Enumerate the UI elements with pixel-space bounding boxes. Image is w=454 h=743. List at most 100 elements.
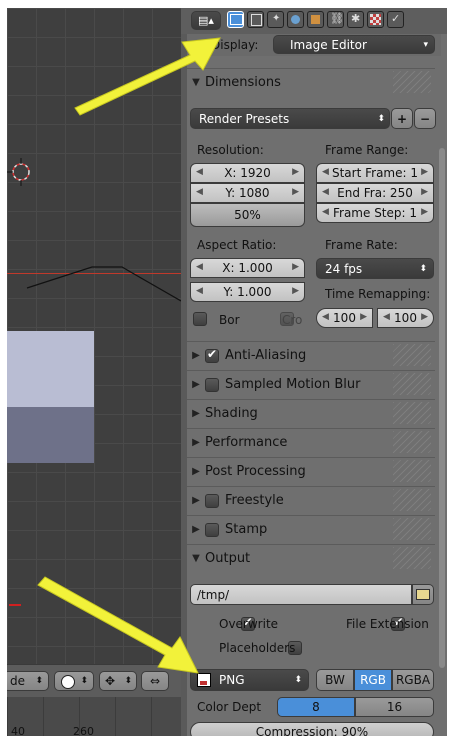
panel-scrollbar[interactable] [439, 148, 445, 668]
color-rgba-button[interactable]: RGBA [392, 669, 434, 691]
texture-icon [370, 14, 381, 25]
output-path-value: /tmp/ [197, 587, 230, 602]
particles-tab[interactable]: ✓ [387, 11, 404, 28]
depth-8-button[interactable]: 8 [277, 697, 355, 717]
rgb-label: RGB [360, 673, 386, 687]
rgba-label: RGBA [395, 673, 431, 687]
collapsed-triangle-icon: ▶ [192, 437, 200, 448]
object-icon [311, 15, 320, 24]
render-presets-select[interactable]: Render Presets ⬍ [190, 108, 390, 129]
section-checkbox[interactable] [205, 377, 219, 392]
collapsed-triangle-icon: ▶ [192, 350, 200, 361]
remap-new-field[interactable]: ◀ 100 ▶ [377, 308, 434, 328]
collapsed-triangle-icon: ▶ [192, 466, 200, 477]
pivot-select[interactable]: ✥ ⬍ [99, 671, 137, 691]
section-sampled-motion-blur[interactable]: ▶ Sampled Motion Blur [187, 370, 435, 398]
remap-old-value: 100 [333, 311, 356, 325]
shading-select[interactable]: ⬍ [54, 671, 94, 691]
red-marker [9, 604, 21, 606]
resolution-x-value: X: 1920 [224, 166, 271, 180]
aspect-y-value: Y: 1.000 [223, 285, 272, 299]
depth-16-button[interactable]: 16 [355, 697, 434, 717]
border-checkbox[interactable] [193, 312, 207, 326]
plus-icon: + [396, 111, 408, 126]
section-post-processing[interactable]: ▶ Post Processing [187, 457, 435, 485]
render-icon [230, 14, 243, 25]
aspect-x-value: X: 1.000 [222, 261, 273, 275]
world-tab[interactable] [287, 11, 304, 28]
frame-rate-value: 24 fps [325, 261, 363, 276]
ruler-label: 260 [73, 725, 94, 736]
editor-type-button[interactable]: ▤▴ [191, 11, 221, 30]
section-anti-aliasing[interactable]: ▶ Anti-Aliasing [187, 341, 435, 369]
properties-editor-icon: ▤▴ [198, 14, 214, 27]
resolution-y-field[interactable]: ◀ Y: 1080 ▶ [190, 183, 305, 203]
modifiers-tab[interactable]: ✱ [347, 11, 364, 28]
expanded-triangle-icon: ▼ [192, 77, 200, 88]
section-title: Sampled Motion Blur [225, 377, 361, 392]
manipulator-icon: ⇔ [149, 674, 161, 688]
section-shading[interactable]: ▶ Shading [187, 399, 435, 427]
end-frame-field[interactable]: ◀ End Fra: 250 ▶ [316, 183, 434, 203]
render-layers-tab[interactable] [247, 11, 264, 28]
section-checkbox[interactable] [205, 522, 219, 537]
display-row: Display: Image Editor ▾ [187, 34, 441, 56]
3d-viewport[interactable]: de ⬍ ⬍ ✥ ⬍ ⇔ 40 260 [7, 8, 181, 736]
manipulator-toggle[interactable]: ⇔ [141, 671, 169, 691]
output-path-field[interactable]: /tmp/ [190, 584, 412, 605]
frame-rate-label: Frame Rate: [325, 238, 398, 252]
remove-preset-button[interactable]: − [414, 108, 436, 129]
constraints-tab[interactable]: ⛓ [327, 11, 344, 28]
cube-side-face [7, 407, 94, 463]
resolution-percentage-slider[interactable]: 50% [190, 203, 305, 227]
object-tab[interactable] [307, 11, 324, 28]
compression-slider[interactable]: Compression: 90% [190, 722, 434, 736]
section-title: Freestyle [225, 493, 284, 508]
minus-icon: − [419, 111, 431, 126]
dimensions-header[interactable]: ▼ Dimensions [187, 68, 435, 96]
render-tab[interactable] [227, 11, 244, 28]
aspect-y-field[interactable]: ◀ Y: 1.000 ▶ [190, 282, 305, 302]
remap-new-value: 100 [394, 311, 417, 325]
section-title: Anti-Aliasing [225, 348, 307, 363]
frame-rate-select[interactable]: 24 fps ⬍ [316, 258, 434, 279]
aspect-x-field[interactable]: ◀ X: 1.000 ▶ [190, 258, 305, 278]
properties-header: ▤▴ ✦ ⛓ ✱ ✓ [181, 8, 447, 34]
display-select[interactable]: Image Editor ▾ [273, 35, 435, 54]
pivot-icon: ✥ [105, 674, 116, 688]
overwrite-label: Overwrite [219, 617, 279, 631]
section-performance[interactable]: ▶ Performance [187, 428, 435, 456]
resolution-x-field[interactable]: ◀ X: 1920 ▶ [190, 163, 305, 183]
depth-16-label: 16 [386, 700, 403, 714]
section-freestyle[interactable]: ▶ Freestyle [187, 486, 435, 514]
add-preset-button[interactable]: + [391, 108, 413, 129]
frame-step-value: Frame Step: 1 [332, 206, 418, 220]
depth-8-label: 8 [312, 700, 320, 714]
section-checkbox[interactable] [205, 493, 219, 508]
scene-tab[interactable]: ✦ [267, 11, 284, 28]
sphere-icon [61, 675, 75, 689]
timeline[interactable]: 40 260 [7, 697, 181, 736]
world-icon [291, 15, 300, 24]
render-layers-icon [251, 14, 262, 26]
section-stamp[interactable]: ▶ Stamp [187, 515, 435, 543]
remap-old-field[interactable]: ◀ 100 ▶ [316, 308, 373, 328]
bw-label: BW [325, 673, 345, 687]
section-title: Stamp [225, 522, 268, 537]
output-header[interactable]: ▼ Output [187, 544, 435, 572]
resolution-y-value: Y: 1080 [225, 186, 270, 200]
color-rgb-button[interactable]: RGB [354, 669, 392, 691]
aspect-ratio-label: Aspect Ratio: [197, 238, 277, 252]
mode-select[interactable]: de ⬍ [7, 671, 49, 691]
browse-folder-button[interactable] [412, 584, 434, 605]
color-bw-button[interactable]: BW [316, 669, 354, 691]
file-format-select[interactable]: PNG ⬍ [190, 669, 309, 691]
properties-panel: ▤▴ ✦ ⛓ ✱ ✓ Display: Image Editor ▾ ▼ Dim… [181, 8, 447, 736]
file-format-value: PNG [219, 673, 245, 687]
texture-tab[interactable] [367, 11, 384, 28]
resolution-label: Resolution: [197, 143, 264, 157]
frame-step-field[interactable]: ◀ Frame Step: 1 ▶ [316, 203, 434, 223]
start-frame-field[interactable]: ◀ Start Frame: 1 ▶ [316, 163, 434, 183]
display-label: Display: [211, 38, 259, 52]
section-checkbox[interactable] [205, 347, 219, 363]
